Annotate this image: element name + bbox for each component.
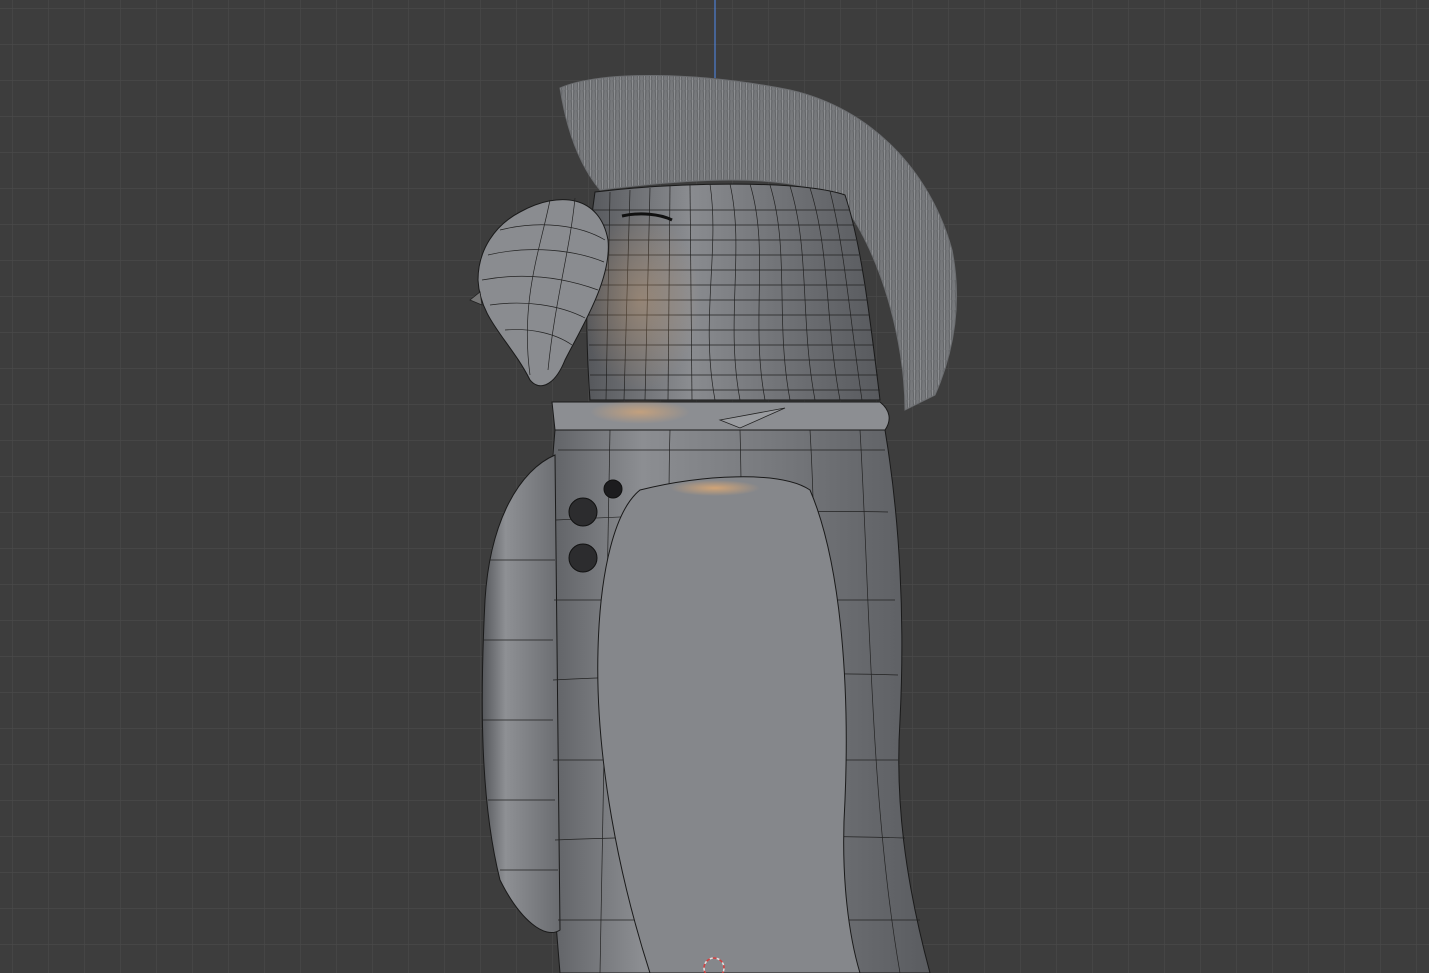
viewport-canvas[interactable] <box>0 0 1429 973</box>
3d-viewport[interactable] <box>0 0 1429 973</box>
chest-panel-mesh[interactable] <box>597 476 861 973</box>
button-icon <box>603 479 623 499</box>
button-icon <box>568 497 598 527</box>
button-icon <box>568 543 598 573</box>
head-mesh[interactable] <box>580 183 881 401</box>
collar-mesh[interactable] <box>551 400 890 431</box>
body-mesh[interactable] <box>481 429 931 973</box>
